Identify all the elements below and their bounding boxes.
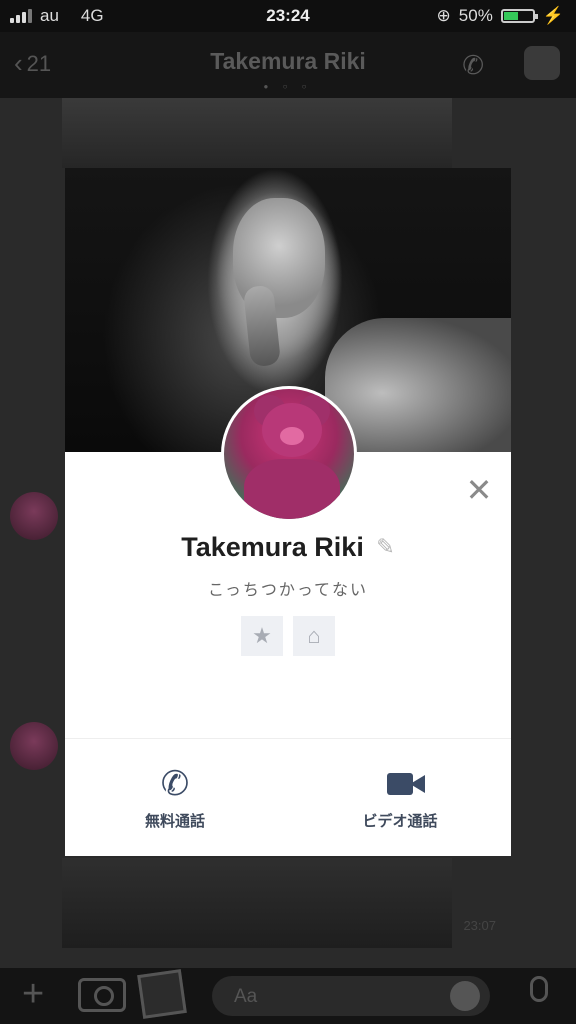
message-timestamp: 23:07 [463, 918, 496, 933]
home-icon[interactable]: ⌂ [293, 616, 335, 656]
profile-name-row: Takemura Riki ✎ [65, 532, 511, 563]
avatar[interactable] [10, 492, 58, 540]
chat-menu-icon[interactable] [524, 46, 560, 80]
profile-name: Takemura Riki [181, 532, 364, 562]
photo-icon[interactable] [137, 969, 187, 1019]
message-input[interactable]: Aa [212, 976, 490, 1016]
video-call-button[interactable]: ビデオ通話 [310, 764, 490, 831]
profile-avatar[interactable] [221, 386, 357, 522]
sticker-icon[interactable] [450, 981, 480, 1011]
divider [65, 738, 511, 739]
microphone-icon[interactable] [530, 976, 548, 1002]
plus-icon[interactable]: + [22, 974, 44, 1014]
battery-percent: 50% [458, 6, 493, 25]
chat-title: Takemura Riki [210, 48, 366, 74]
chat-image[interactable] [62, 98, 452, 168]
status-message: こっちつかってない [207, 582, 369, 599]
call-icon[interactable]: ✆ [462, 50, 484, 81]
pencil-icon[interactable]: ✎ [376, 534, 394, 560]
chat-image[interactable] [62, 858, 452, 948]
video-camera-icon [387, 773, 413, 795]
camera-icon[interactable] [78, 978, 126, 1012]
chat-header: ‹ 21 Takemura Riki ● ○ ○ ✆ [0, 32, 576, 98]
free-call-button[interactable]: ✆ 無料通話 [85, 764, 265, 831]
free-call-label: 無料通話 [144, 813, 205, 830]
avatar[interactable] [10, 722, 58, 770]
status-bar: au 4G 23:24 ⊕ 50% ⚡ [0, 0, 576, 32]
message-input-bar: + Aa [0, 968, 576, 1024]
profile-popup: ✕ Takemura Riki ✎ こっちつかってない ★ ⌂ ✆ 無料通話 ビ… [65, 168, 511, 856]
charging-icon: ⚡ [542, 6, 564, 25]
page-indicator: ● ○ ○ [263, 82, 313, 91]
input-placeholder: Aa [234, 986, 258, 1007]
battery-icon [500, 9, 538, 23]
star-icon[interactable]: ★ [241, 616, 283, 656]
profile-badges: ★ ⌂ [65, 616, 511, 656]
phone-icon: ✆ [160, 765, 190, 803]
video-call-label: ビデオ通話 [362, 813, 438, 830]
close-icon[interactable]: ✕ [463, 474, 495, 506]
orientation-lock-icon: ⊕ [436, 6, 451, 25]
